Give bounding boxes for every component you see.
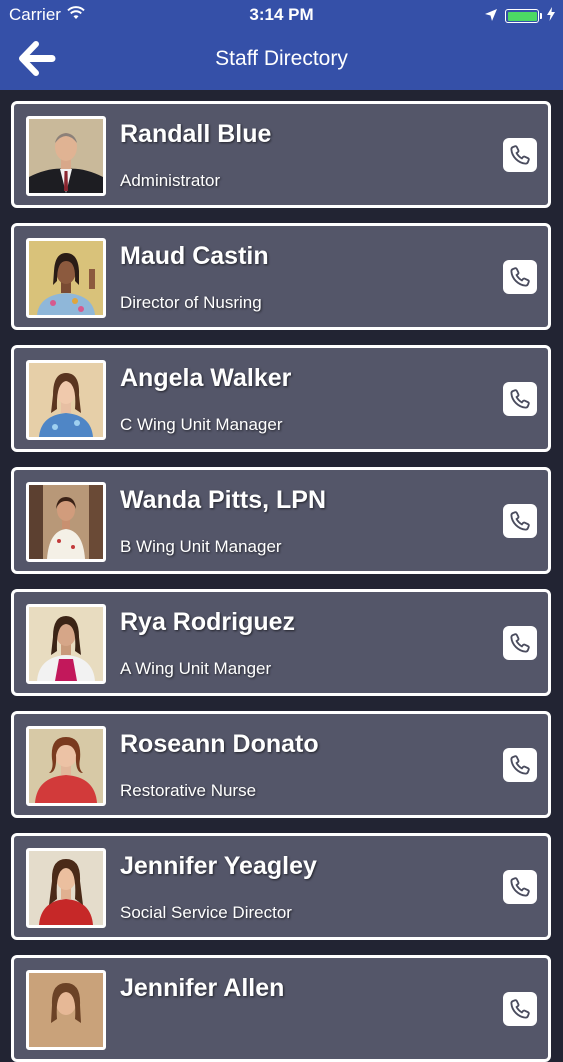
phone-icon[interactable] <box>503 504 537 538</box>
staff-card[interactable]: Angela Walker C Wing Unit Manager <box>11 345 551 452</box>
battery-icon <box>505 9 542 23</box>
status-bar: Carrier 3:14 PM <box>0 0 563 30</box>
phone-icon[interactable] <box>503 260 537 294</box>
staff-card[interactable]: Wanda Pitts, LPN B Wing Unit Manager <box>11 467 551 574</box>
staff-photo <box>26 116 106 196</box>
staff-role: Administrator <box>120 171 221 190</box>
staff-role: A Wing Unit Manger <box>120 659 272 678</box>
staff-role: Director of Nusring <box>120 293 262 312</box>
staff-card[interactable]: Rya Rodriguez A Wing Unit Manger <box>11 589 551 696</box>
staff-card[interactable]: Roseann Donato Restorative Nurse <box>11 711 551 818</box>
staff-role: B Wing Unit Manager <box>120 537 282 556</box>
page-title: Staff Directory <box>215 47 348 70</box>
staff-card[interactable]: Jennifer Yeagley Social Service Director <box>11 833 551 940</box>
staff-role: Restorative Nurse <box>120 781 257 800</box>
staff-photo <box>26 970 106 1050</box>
staff-card[interactable]: Randall Blue Administrator <box>11 101 551 208</box>
staff-role: Social Service Director <box>120 903 292 922</box>
phone-icon[interactable] <box>503 992 537 1026</box>
phone-icon[interactable] <box>503 748 537 782</box>
staff-name: Angela Walker <box>120 364 292 392</box>
staff-photo <box>26 238 106 318</box>
staff-role: C Wing Unit Manager <box>120 415 283 434</box>
staff-photo <box>26 482 106 562</box>
location-arrow-icon <box>485 6 497 26</box>
phone-icon[interactable] <box>503 382 537 416</box>
status-time: 3:14 PM <box>249 5 314 24</box>
staff-name: Jennifer Yeagley <box>120 852 317 880</box>
phone-icon[interactable] <box>503 870 537 904</box>
staff-name: Rya Rodriguez <box>120 608 296 636</box>
staff-photo <box>26 604 106 684</box>
phone-icon[interactable] <box>503 626 537 660</box>
staff-name: Jennifer Allen <box>120 974 285 1002</box>
nav-bar: Staff Directory <box>0 30 563 90</box>
phone-icon[interactable] <box>503 138 537 172</box>
staff-name: Maud Castin <box>120 242 269 270</box>
staff-name: Wanda Pitts, LPN <box>120 486 327 514</box>
staff-card[interactable]: Maud Castin Director of Nusring <box>11 223 551 330</box>
staff-name: Randall Blue <box>120 120 272 148</box>
staff-photo <box>26 848 106 928</box>
staff-photo <box>26 360 106 440</box>
staff-photo <box>26 726 106 806</box>
charging-bolt-icon <box>547 6 555 26</box>
staff-card[interactable]: Jennifer Allen <box>11 955 551 1062</box>
staff-name: Roseann Donato <box>120 730 319 758</box>
